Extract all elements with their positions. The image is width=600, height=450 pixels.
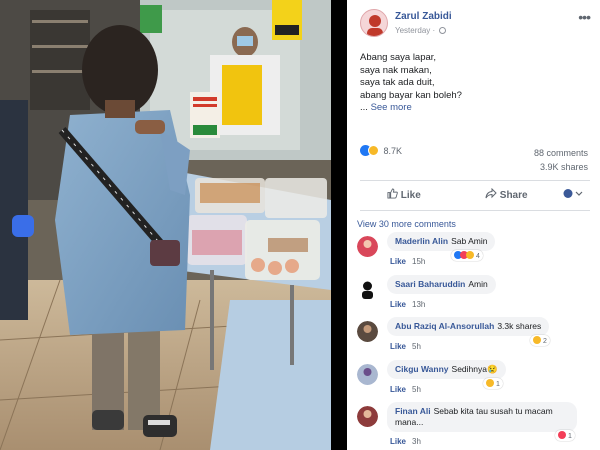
comment-bubble: Abu Raziq Al-Ansorullah 3.3k shares <box>387 317 550 336</box>
comment-reactions[interactable]: 4 <box>451 250 483 261</box>
post-text-line: saya tak ada duit, <box>360 77 435 88</box>
view-more-comments-link[interactable]: View 30 more comments <box>357 219 456 229</box>
audience-menu-button[interactable] <box>563 188 583 202</box>
share-arrow-icon <box>485 187 497 199</box>
post-panel: Zarul Zabidi Yesterday · ••• Abang saya … <box>347 0 600 450</box>
author-name[interactable]: Zarul Zabidi <box>395 11 452 22</box>
comment-meta: Like 5h <box>390 385 421 394</box>
post-timestamp[interactable]: Yesterday · <box>395 26 435 35</box>
post-ellipsis: ... <box>360 102 371 113</box>
reaction-count: 1 <box>495 381 500 388</box>
globe-icon <box>439 27 447 34</box>
comment-reactions[interactable]: 2 <box>530 335 550 346</box>
comment-item: Saari Baharuddin Amin Like 13h <box>347 275 600 317</box>
commenter-name[interactable]: Finan Ali <box>395 406 431 416</box>
comment-text: Sebab kita tau susah tu macam <box>433 406 553 416</box>
commenter-avatar[interactable] <box>357 279 378 300</box>
comment-meta: Like 15h <box>390 257 425 266</box>
comment-reactions[interactable]: 1 <box>555 430 575 441</box>
post-photo[interactable] <box>0 0 331 450</box>
sad-reaction-icon <box>533 336 541 344</box>
comment-meta: Like 3h <box>390 437 421 446</box>
comment-bubble: Saari Baharuddin Amin <box>387 275 496 294</box>
reaction-count: 2 <box>542 338 547 345</box>
comment-text: Sab Amin <box>451 236 488 246</box>
post-text-line: saya nak makan, <box>360 64 432 76</box>
comment-text-continued: mana... <box>395 417 424 427</box>
see-more-link[interactable]: See more <box>371 102 412 113</box>
post-text-line: abang bayar kan boleh? <box>360 89 462 101</box>
comment-like-link[interactable]: Like <box>390 257 406 266</box>
comment-like-link[interactable]: Like <box>390 342 406 351</box>
commenter-avatar[interactable] <box>357 406 378 427</box>
reaction-count: 8.7K <box>383 146 403 156</box>
comment-item: Cikgu Wanny Sedihnya😢 1 Like 5h <box>347 360 600 402</box>
comment-bubble: Finan Ali Sebab kita tau susah tu macam m… <box>387 402 577 432</box>
reaction-count: 1 <box>567 433 572 440</box>
commenter-name[interactable]: Cikgu Wanny <box>395 364 449 374</box>
love-reaction-icon <box>558 431 566 439</box>
share-button[interactable]: Share <box>485 187 528 201</box>
commenter-avatar[interactable] <box>357 321 378 342</box>
comment-like-link[interactable]: Like <box>390 300 406 309</box>
divider <box>360 210 590 211</box>
post-text: Abang saya lapar, saya nak makan, saya t… <box>360 52 585 115</box>
divider <box>360 180 590 181</box>
comment-time[interactable]: 5h <box>412 385 421 394</box>
post-time: Yesterday · <box>395 26 447 35</box>
comment-meta: Like 5h <box>390 342 421 351</box>
comment-time[interactable]: 5h <box>412 342 421 351</box>
commenter-name[interactable]: Saari Baharuddin <box>395 279 465 289</box>
comment-item: Abu Raziq Al-Ansorullah 3.3k shares 2 Lik… <box>347 317 600 359</box>
commenter-avatar[interactable] <box>357 236 378 257</box>
post-header: Zarul Zabidi Yesterday · ••• <box>347 0 600 40</box>
comment-time[interactable]: 15h <box>412 257 425 266</box>
comment-like-link[interactable]: Like <box>390 385 406 394</box>
comment-text: Sedihnya😢 <box>451 364 498 374</box>
commenter-name[interactable]: Abu Raziq Al-Ansorullah <box>395 321 494 331</box>
reaction-summary[interactable]: 8.7K <box>360 145 402 156</box>
action-bar: Like Share <box>347 183 600 207</box>
comment-time[interactable]: 13h <box>412 300 425 309</box>
share-count[interactable]: 3.9K shares <box>540 162 588 172</box>
comment-text: Amin <box>468 279 488 289</box>
comment-count[interactable]: 88 comments <box>534 148 588 158</box>
more-options-icon[interactable]: ••• <box>578 9 591 25</box>
photo-viewer <box>0 0 347 450</box>
page-avatar-chevron-icon <box>563 189 583 198</box>
commenter-name[interactable]: Maderlin Alin <box>395 236 448 246</box>
author-avatar[interactable] <box>360 9 388 37</box>
comment-item: Maderlin Alin Sab Amin 4 Like 15h <box>347 232 600 274</box>
like-label: Like <box>400 190 421 201</box>
share-label: Share <box>499 190 528 201</box>
sad-reaction-icon <box>486 379 494 387</box>
comment-time[interactable]: 3h <box>412 437 421 446</box>
comment-item: Finan Ali Sebab kita tau susah tu macam m… <box>347 402 600 450</box>
comment-bubble: Maderlin Alin Sab Amin <box>387 232 496 251</box>
reaction-count: 4 <box>475 253 480 260</box>
sad-reaction-icon <box>466 251 474 259</box>
photo-illustration <box>0 0 331 450</box>
comment-meta: Like 13h <box>390 300 425 309</box>
comment-text: 3.3k shares <box>497 321 542 331</box>
sad-reaction-icon <box>368 145 379 156</box>
comment-bubble: Cikgu Wanny Sedihnya😢 <box>387 360 506 379</box>
thumbs-up-icon <box>387 188 398 199</box>
comment-like-link[interactable]: Like <box>390 437 406 446</box>
post-text-line: Abang saya lapar, <box>360 52 437 63</box>
commenter-avatar[interactable] <box>357 364 378 385</box>
comment-reactions[interactable]: 1 <box>483 378 503 389</box>
like-button[interactable]: Like <box>387 188 421 201</box>
